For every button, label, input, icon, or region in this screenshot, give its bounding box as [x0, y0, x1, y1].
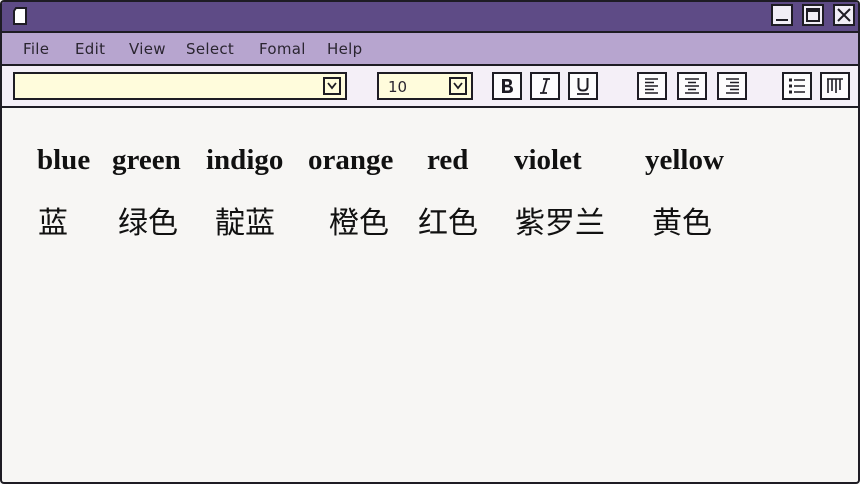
align-center-button[interactable]: [677, 72, 707, 100]
columns-icon: [827, 78, 843, 93]
chevron-down-icon: [327, 82, 337, 90]
columns-button[interactable]: [820, 72, 850, 100]
word-green-chinese: 绿色: [118, 206, 178, 241]
menu-edit[interactable]: Edit: [75, 40, 105, 58]
menu-file[interactable]: File: [23, 40, 49, 58]
maximize-icon: [806, 8, 820, 22]
close-icon: [837, 8, 851, 22]
align-left-icon: [645, 78, 658, 94]
minimize-button[interactable]: [771, 4, 793, 26]
word-blue: blue: [37, 144, 91, 176]
word-blue-chinese: 蓝: [38, 206, 68, 241]
bulleted-list-button[interactable]: [782, 72, 812, 100]
editor-window: File Edit View Select Fomal Help 10 blue…: [0, 0, 860, 484]
font-family-select[interactable]: [13, 72, 347, 100]
menu-view[interactable]: View: [129, 40, 166, 58]
underline-icon: [577, 78, 589, 95]
minimize-icon: [776, 19, 788, 21]
word-red: red: [427, 144, 469, 176]
formatting-toolbar: 10: [2, 66, 858, 108]
word-yellow-chinese: 黄色: [652, 206, 712, 241]
font-dropdown-button[interactable]: [323, 77, 341, 95]
menu-bar: File Edit View Select Fomal Help: [2, 33, 858, 66]
underline-button[interactable]: [568, 72, 598, 100]
close-button[interactable]: [833, 4, 855, 26]
menu-select[interactable]: Select: [186, 40, 234, 58]
word-green: green: [112, 144, 181, 176]
bulleted-list-icon: [789, 78, 805, 94]
title-bar: [2, 2, 858, 33]
word-violet: violet: [514, 144, 582, 176]
menu-fomal[interactable]: Fomal: [259, 40, 306, 58]
document-icon: [11, 6, 31, 26]
word-orange: orange: [308, 144, 394, 176]
font-size-select[interactable]: 10: [377, 72, 473, 100]
maximize-button[interactable]: [802, 4, 824, 26]
bold-button[interactable]: [492, 72, 522, 100]
bold-icon: [502, 79, 513, 93]
word-indigo-chinese: 靛蓝: [215, 206, 275, 241]
word-yellow: yellow: [645, 144, 724, 176]
menu-help[interactable]: Help: [327, 40, 362, 58]
align-right-button[interactable]: [717, 72, 747, 100]
align-right-icon: [726, 78, 739, 94]
document-area[interactable]: blue green indigo orange red violet yell…: [2, 108, 858, 482]
chevron-down-icon: [453, 82, 463, 90]
italic-icon: [540, 78, 550, 94]
align-left-button[interactable]: [637, 72, 667, 100]
align-center-icon: [685, 78, 699, 94]
word-indigo: indigo: [206, 144, 284, 176]
font-size-value: 10: [388, 78, 408, 96]
size-dropdown-button[interactable]: [449, 77, 467, 95]
italic-button[interactable]: [530, 72, 560, 100]
word-violet-chinese: 紫罗兰: [515, 206, 605, 241]
word-orange-chinese: 橙色: [329, 206, 389, 241]
word-red-chinese: 红色: [418, 206, 478, 241]
